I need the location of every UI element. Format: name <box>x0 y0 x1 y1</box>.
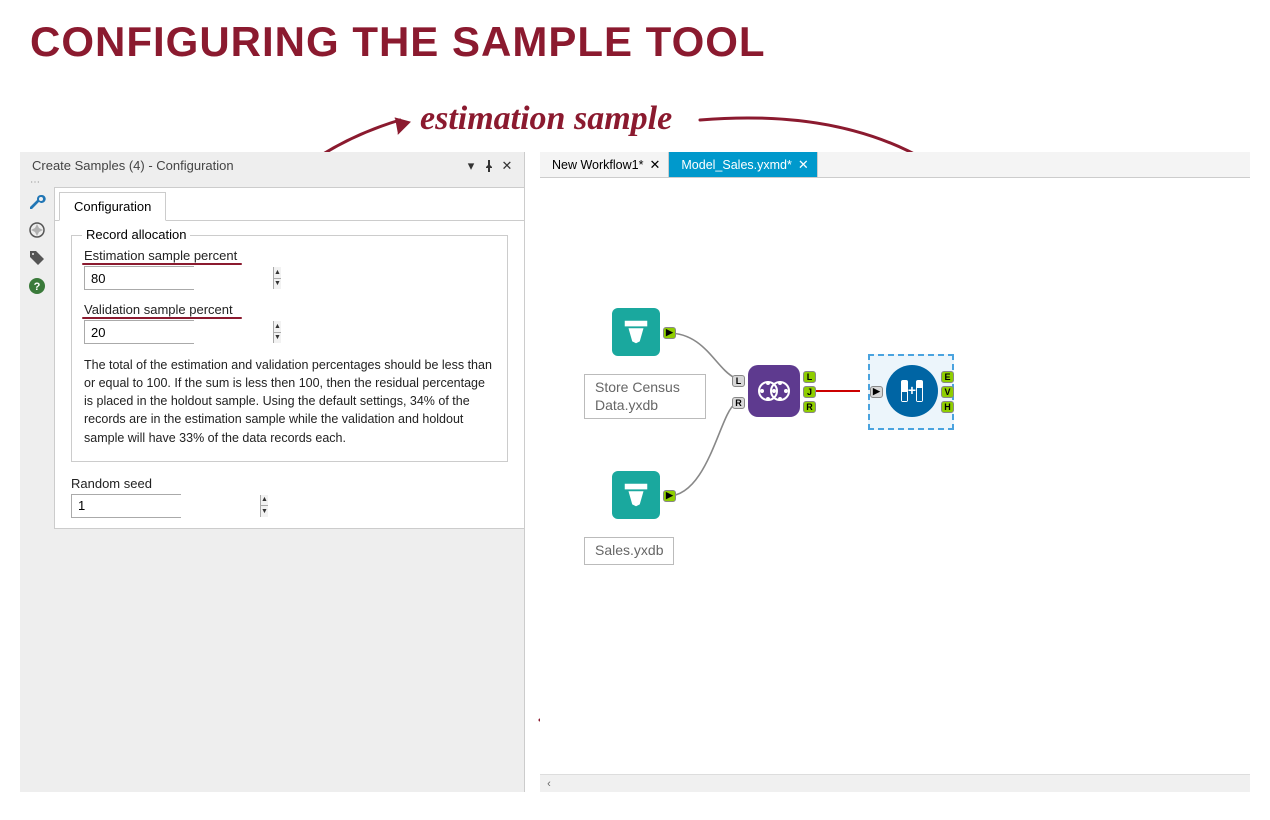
sample-anchor-out-v[interactable]: V <box>938 385 954 398</box>
join-anchor-in-l[interactable]: L <box>732 374 748 387</box>
drag-handle[interactable]: ⋯ <box>20 179 524 187</box>
input-tool-sales[interactable] <box>612 471 660 519</box>
help-icon[interactable]: ? <box>26 275 48 297</box>
config-window: Create Samples (4) - Configuration ▾ ✕ ⋯… <box>20 152 525 792</box>
page-title: CONFIGURING THE SAMPLE TOOL <box>30 18 766 66</box>
sample-anchor-out-h[interactable]: H <box>938 400 954 413</box>
config-titlebar: Create Samples (4) - Configuration ▾ ✕ <box>20 152 524 179</box>
horizontal-scrollbar[interactable]: ‹ <box>540 774 1250 792</box>
spinner-down-icon[interactable]: ▼ <box>261 506 268 517</box>
create-samples-tool[interactable]: + <box>886 365 938 417</box>
workflow-container: New Workflow1* ✕ Model_Sales.yxmd* ✕ ▶ S… <box>540 152 1250 792</box>
spinner-up-icon[interactable]: ▲ <box>274 267 281 279</box>
tab-label: Model_Sales.yxmd* <box>681 158 791 172</box>
spinner-down-icon[interactable]: ▼ <box>274 279 281 290</box>
tab-label: New Workflow1* <box>552 158 643 172</box>
join-tool[interactable] <box>748 365 800 417</box>
tab-configuration[interactable]: Configuration <box>59 192 166 221</box>
validation-label: Validation sample percent <box>84 302 495 317</box>
output-anchor[interactable]: ▶ <box>660 489 676 502</box>
workflow-tabs: New Workflow1* ✕ Model_Sales.yxmd* ✕ <box>540 152 1250 178</box>
join-anchor-in-r[interactable]: R <box>732 396 748 409</box>
svg-text:?: ? <box>34 281 41 293</box>
seed-input[interactable] <box>72 495 260 517</box>
close-icon[interactable]: ✕ <box>500 159 514 173</box>
spinner-up-icon[interactable]: ▲ <box>261 495 268 507</box>
config-sidebar: ? <box>20 187 54 529</box>
fieldset-legend: Record allocation <box>82 227 190 242</box>
pin-icon[interactable] <box>482 159 496 173</box>
close-icon[interactable]: ✕ <box>649 157 660 173</box>
workflow-canvas[interactable]: ▶ Store Census Data.yxdb ▶ Sales.yxdb L … <box>540 178 1250 758</box>
estimation-label: Estimation sample percent <box>84 248 495 263</box>
seed-label: Random seed <box>71 476 508 491</box>
config-window-title: Create Samples (4) - Configuration <box>32 158 460 173</box>
node-label-store-census: Store Census Data.yxdb <box>584 374 706 419</box>
join-anchor-out-l[interactable]: L <box>800 370 816 383</box>
svg-text:+: + <box>908 382 916 398</box>
annotation-estimation: estimation sample <box>420 100 672 138</box>
estimation-input[interactable] <box>85 267 273 289</box>
validation-spinner[interactable]: ▲ ▼ <box>84 320 194 344</box>
nav-icon[interactable] <box>26 219 48 241</box>
workflow-tab-model-sales[interactable]: Model_Sales.yxmd* ✕ <box>669 152 817 177</box>
spinner-up-icon[interactable]: ▲ <box>274 321 281 333</box>
input-tool-store-census[interactable] <box>612 308 660 356</box>
node-label-sales: Sales.yxdb <box>584 537 674 565</box>
seed-spinner[interactable]: ▲ ▼ <box>71 494 181 518</box>
sample-anchor-in[interactable]: ▶ <box>870 385 886 398</box>
estimation-spinner[interactable]: ▲ ▼ <box>84 266 194 290</box>
config-content: Configuration Record allocation Estimati… <box>54 187 524 529</box>
dropdown-icon[interactable]: ▾ <box>464 159 478 173</box>
help-text: The total of the estimation and validati… <box>84 356 495 447</box>
join-anchor-out-r[interactable]: R <box>800 400 816 413</box>
record-allocation-fieldset: Record allocation Estimation sample perc… <box>71 235 508 462</box>
tag-icon[interactable] <box>26 247 48 269</box>
join-anchor-out-j[interactable]: J <box>800 385 816 398</box>
close-icon[interactable]: ✕ <box>798 157 809 173</box>
sample-anchor-out-e[interactable]: E <box>938 370 954 383</box>
output-anchor[interactable]: ▶ <box>660 326 676 339</box>
wrench-icon[interactable] <box>26 191 48 213</box>
validation-input[interactable] <box>85 321 273 343</box>
workflow-tab-new[interactable]: New Workflow1* ✕ <box>540 152 669 177</box>
spinner-down-icon[interactable]: ▼ <box>274 333 281 344</box>
scroll-left-icon[interactable]: ‹ <box>540 775 558 793</box>
